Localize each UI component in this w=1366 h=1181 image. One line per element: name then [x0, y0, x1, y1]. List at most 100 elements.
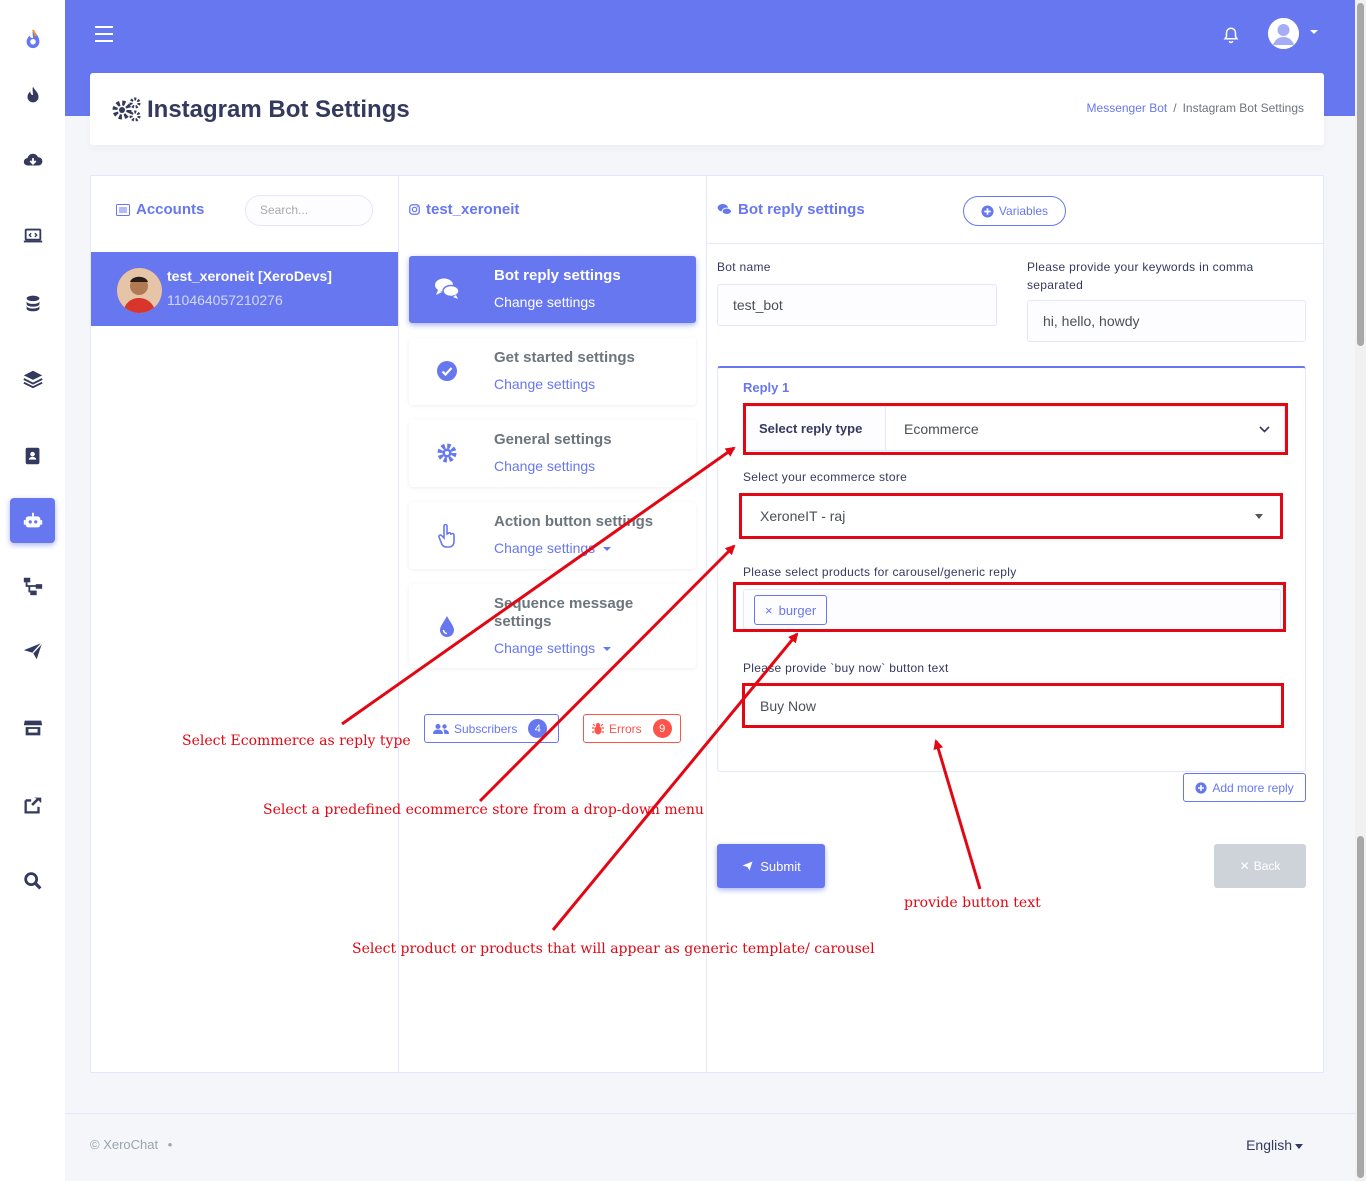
reply-type-highlight — [743, 403, 1288, 455]
setting-title: General settings — [494, 431, 612, 448]
plus-circle-icon — [1195, 781, 1207, 794]
submit-button[interactable]: Submit — [717, 844, 825, 888]
setting-change-link[interactable]: Change settings — [494, 458, 595, 474]
subscribers-button[interactable]: Subscribers 4 — [424, 714, 559, 743]
language-label: English — [1246, 1137, 1292, 1153]
keywords-input[interactable]: hi, hello, howdy — [1027, 300, 1306, 342]
setting-title: Get started settings — [494, 349, 635, 366]
reply-title: Reply 1 — [743, 380, 790, 395]
store-icon[interactable] — [10, 705, 55, 750]
accounts-title-text: Accounts — [136, 201, 205, 218]
setting-title: Action button settings — [494, 513, 654, 530]
get-started-settings-item[interactable]: Get started settings Change settings — [409, 338, 696, 405]
annotation-products: Select product or products that will app… — [352, 941, 875, 957]
back-label: Back — [1253, 859, 1281, 873]
setting-change-dropdown[interactable]: Change settings — [494, 540, 612, 556]
setting-title: Bot reply settings — [494, 267, 621, 284]
buy-now-label: Please provide `buy now` button text — [743, 661, 949, 675]
robot-icon[interactable] — [10, 498, 55, 543]
app-logo-icon[interactable] — [10, 16, 55, 61]
annotation-reply-type: Select Ecommerce as reply type — [182, 733, 411, 749]
add-more-reply-label: Add more reply — [1212, 780, 1294, 795]
subscribers-label: Subscribers — [454, 721, 518, 736]
gear-icon — [433, 439, 461, 467]
bell-icon[interactable] — [1222, 25, 1240, 50]
scrollbar-thumb-bottom[interactable] — [1357, 836, 1364, 1178]
bot-name-input[interactable]: test_bot — [717, 284, 997, 326]
share-square-icon[interactable] — [10, 782, 55, 827]
products-highlight — [733, 582, 1286, 632]
setting-change-link: Change settings — [494, 540, 596, 556]
accounts-title: Accounts — [116, 201, 204, 218]
laptop-code-icon[interactable] — [10, 213, 55, 258]
setting-change-dropdown[interactable]: Change settings — [494, 640, 612, 656]
paper-plane-icon[interactable] — [10, 628, 55, 673]
back-button[interactable]: ✕ Back — [1214, 844, 1306, 888]
account-search-input[interactable]: Search... — [245, 195, 373, 226]
setting-change-link[interactable]: Change settings — [494, 294, 595, 310]
scrollbar-thumb-top[interactable] — [1357, 3, 1364, 346]
users-icon — [433, 723, 449, 734]
account-list-item[interactable]: test_xeroneit [XeroDevs] 110464057210276 — [91, 252, 398, 326]
layers-icon[interactable] — [10, 356, 55, 401]
sequence-message-settings-item[interactable]: Sequence message settings Change setting… — [409, 584, 696, 668]
subscribers-count-badge: 4 — [528, 719, 548, 738]
submit-label: Submit — [760, 858, 801, 874]
bot-reply-form-title: Bot reply settings — [717, 201, 865, 218]
setting-change-link: Change settings — [494, 640, 596, 656]
coins-icon[interactable] — [10, 280, 55, 325]
section-header: Instagram Bot Settings Messenger Bot / Ins… — [90, 73, 1324, 145]
paper-plane-icon — [742, 861, 753, 871]
page-title: Instagram Bot Settings — [147, 96, 410, 123]
account-name: test_xeroneit [XeroDevs] — [167, 268, 332, 284]
bug-icon — [592, 723, 604, 735]
copyright-text: © XeroChat — [90, 1137, 159, 1152]
fire-icon[interactable] — [10, 72, 55, 117]
form-header-divider — [707, 243, 1323, 244]
account-avatar — [117, 268, 162, 313]
bot-reply-settings-item[interactable]: Bot reply settings Change settings — [409, 256, 696, 323]
variables-button[interactable]: Variables — [963, 196, 1066, 226]
errors-count-badge: 9 — [652, 719, 672, 738]
search-icon[interactable] — [10, 858, 55, 903]
setting-title: Sequence message settings — [494, 595, 634, 630]
plus-circle-icon — [981, 204, 994, 218]
footer-copyright: © XeroChat • — [90, 1137, 172, 1152]
setting-change-link[interactable]: Change settings — [494, 376, 595, 392]
breadcrumb-current: Instagram Bot Settings — [1182, 101, 1304, 115]
cogs-icon — [110, 95, 142, 128]
user-dropdown-caret-icon[interactable] — [1310, 30, 1318, 34]
sidebar — [0, 0, 65, 1181]
check-circle-icon — [433, 357, 461, 385]
times-icon: ✕ — [1239, 859, 1250, 873]
instagram-icon — [409, 204, 420, 215]
sitemap-icon[interactable] — [10, 563, 55, 608]
keywords-label: Please provide your keywords in comma se… — [1027, 260, 1254, 292]
general-settings-item[interactable]: General settings Change settings — [409, 420, 696, 487]
buy-now-highlight — [742, 683, 1284, 728]
bot-name-label: Bot name — [717, 260, 771, 274]
user-avatar[interactable] — [1268, 18, 1299, 49]
comments-icon — [717, 204, 732, 215]
contact-book-icon[interactable] — [10, 433, 55, 478]
products-label: Please select products for carousel/gene… — [743, 565, 1017, 579]
breadcrumb-parent-link[interactable]: Messenger Bot — [1087, 101, 1168, 115]
annotation-store: Select a predefined ecommerce store from… — [263, 802, 704, 818]
store-highlight — [739, 493, 1283, 539]
language-dropdown[interactable]: English — [1246, 1137, 1303, 1153]
errors-button[interactable]: Errors 9 — [583, 714, 681, 743]
add-more-reply-button[interactable]: Add more reply — [1183, 773, 1306, 802]
caret-down-icon — [603, 547, 612, 552]
page-scrollbar[interactable] — [1355, 0, 1366, 1181]
cloud-download-icon[interactable] — [10, 137, 55, 182]
action-button-settings-item[interactable]: Action button settings Change settings — [409, 502, 696, 569]
list-alt-icon — [116, 203, 130, 216]
annotation-button-text: provide button text — [904, 895, 1041, 911]
account-settings-title-text: test_xeroneit — [426, 201, 520, 218]
footer-dot: • — [167, 1137, 173, 1152]
caret-down-icon — [1295, 1143, 1303, 1149]
errors-label: Errors — [609, 721, 642, 736]
bot-reply-form-title-text: Bot reply settings — [738, 201, 865, 218]
caret-down-icon — [603, 647, 612, 652]
hamburger-menu-icon[interactable] — [95, 26, 113, 42]
